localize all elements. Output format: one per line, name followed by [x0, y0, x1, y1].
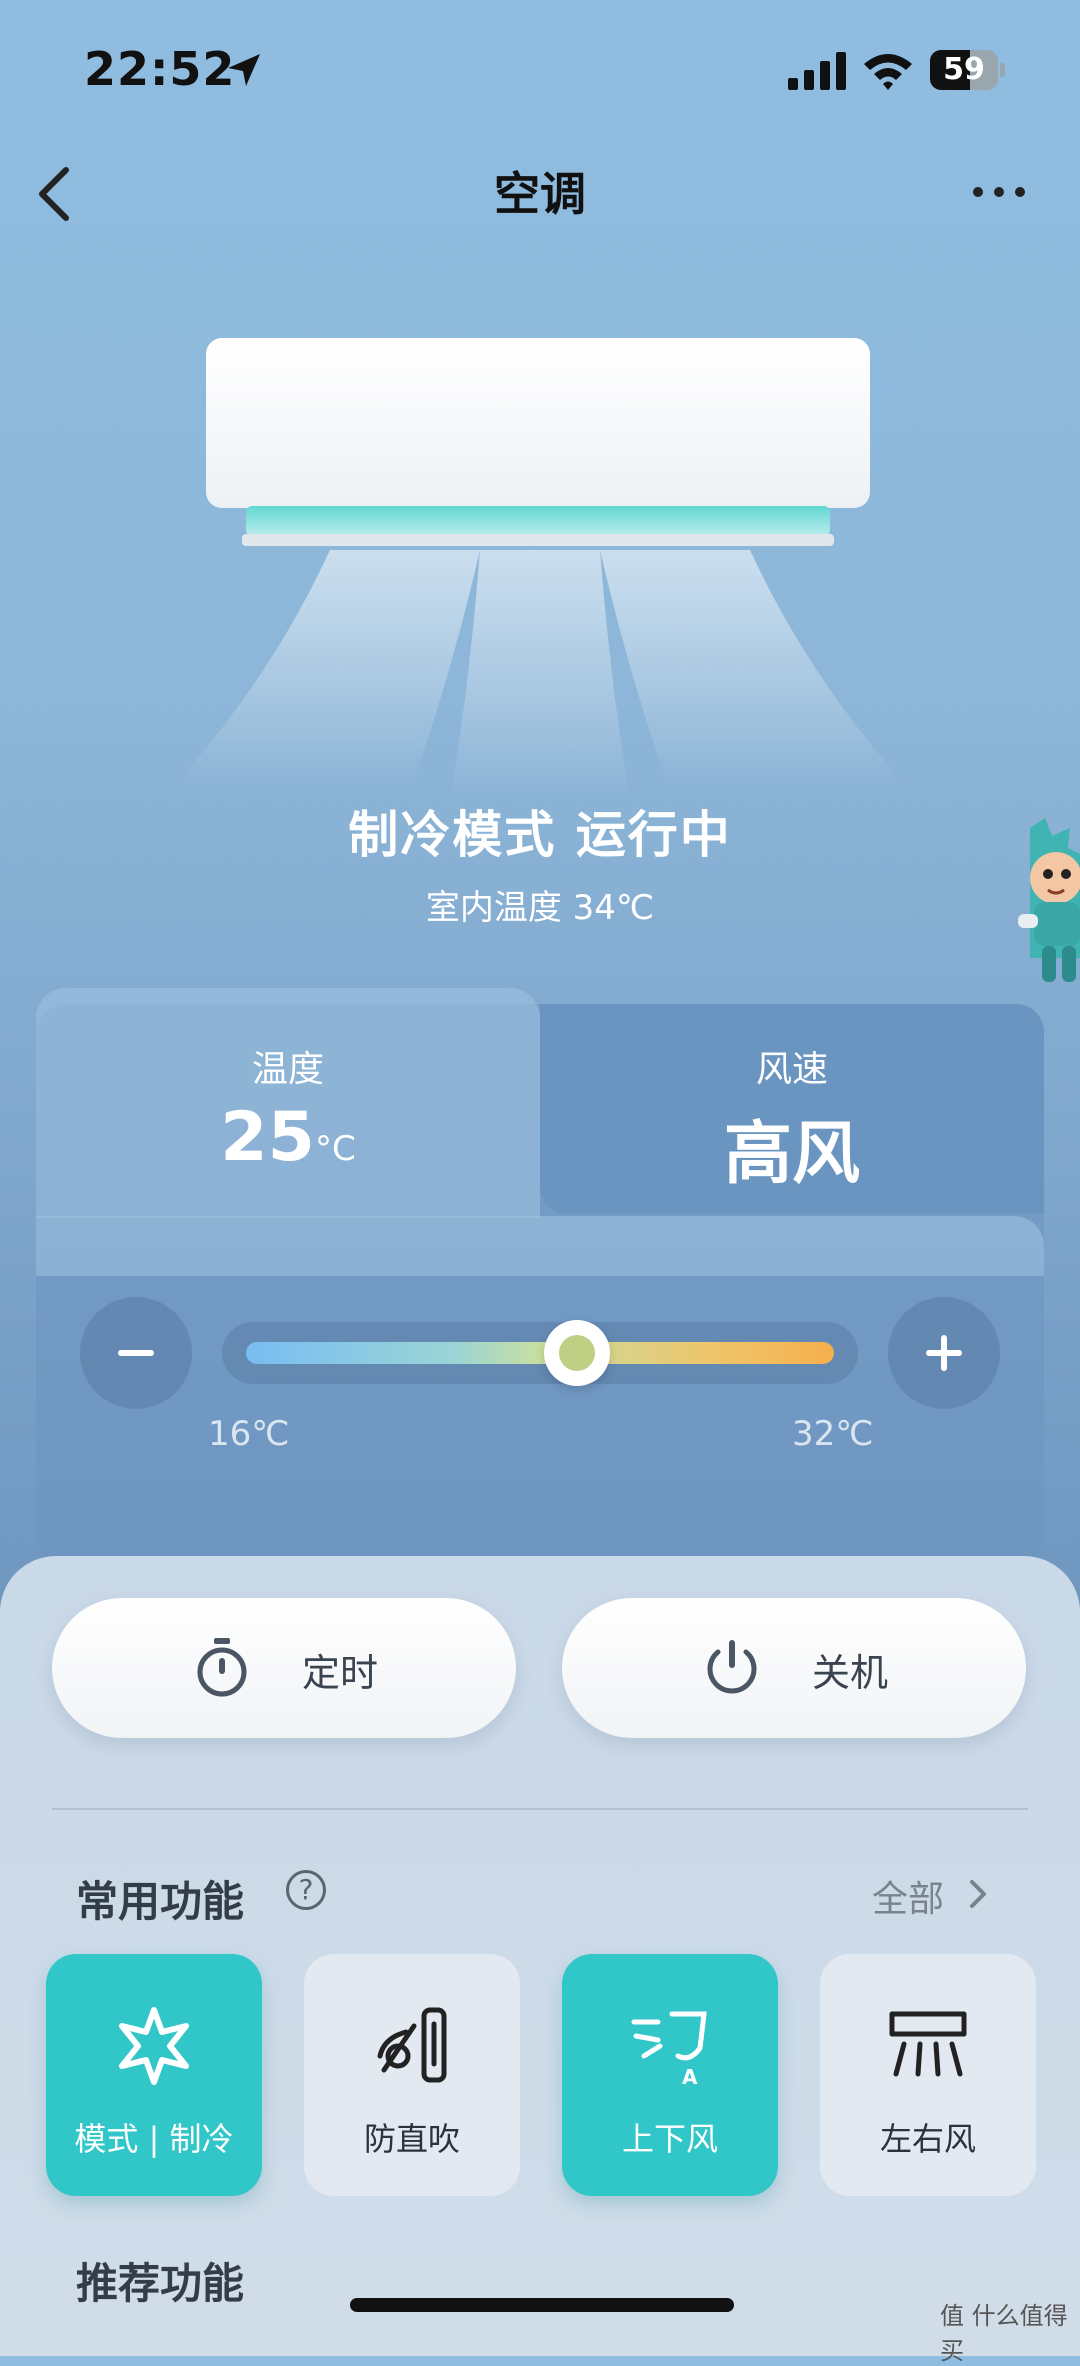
chevron-right-icon[interactable] [966, 1876, 990, 1912]
temperature-slider-handle[interactable] [543, 1320, 610, 1386]
temperature-unit: °C [314, 1129, 356, 1169]
temperature-value: 25 [220, 1098, 315, 1177]
divider [52, 1808, 1028, 1810]
indoor-temperature: 室内温度 34℃ [425, 888, 655, 928]
svg-text:A: A [682, 2065, 698, 2088]
power-off-button[interactable]: 关机 [562, 1598, 1026, 1738]
wind-speed-value: 高风 [723, 1115, 860, 1194]
location-arrow-icon [228, 54, 260, 86]
air-conditioner-image [206, 338, 870, 546]
anti-direct-blow-icon [377, 2007, 447, 2083]
help-icon[interactable]: ? [286, 1870, 326, 1910]
mascot-image[interactable] [990, 818, 1080, 988]
timer-label: 定时 [302, 1651, 379, 1695]
plus-icon [926, 1335, 962, 1371]
snowflake-icon [119, 2007, 189, 2085]
power-icon [707, 1640, 757, 1694]
timer-button[interactable]: 定时 [52, 1598, 516, 1738]
slider-max-label: 32℃ [792, 1414, 874, 1454]
signal-icon [788, 52, 846, 90]
temperature-value-group: 25°C [36, 1098, 540, 1177]
function-tile-horizontal-swing[interactable]: 左右风 [820, 1954, 1036, 2196]
wind-speed-tab-label: 风速 [755, 1049, 828, 1090]
common-functions-title: 常用功能 [76, 1877, 245, 1926]
function-tile-label: 左右风 [879, 2120, 976, 2158]
more-icon[interactable] [972, 180, 1026, 204]
recommended-functions-title: 推荐功能 [76, 2259, 245, 2308]
minus-icon [118, 1350, 154, 1356]
view-all-link[interactable]: 全部 [872, 1870, 944, 1922]
function-tile-anti-direct-blow[interactable]: 防直吹 [304, 1954, 520, 2196]
battery-indicator: 59 [930, 50, 1006, 90]
page-title: 空调 [494, 167, 586, 221]
function-tile-mode[interactable]: 模式 | 制冷 [46, 1954, 262, 2196]
airflow-illustration [170, 550, 910, 800]
horizontal-swing-icon [889, 2011, 967, 2077]
vertical-swing-icon: A [631, 2011, 707, 2088]
function-tile-label: 模式 | 制冷 [74, 2120, 234, 2158]
home-indicator[interactable] [350, 2298, 734, 2312]
tab-panel-body [36, 1216, 1044, 1276]
wifi-icon [864, 54, 912, 90]
function-tile-label: 上下风 [621, 2120, 718, 2158]
increase-temperature-button[interactable] [888, 1297, 1000, 1409]
slider-min-label: 16℃ [208, 1414, 290, 1454]
watermark: 值 什么值得买 [940, 2302, 1068, 2365]
power-off-label: 关机 [812, 1651, 889, 1695]
temperature-slider-fill [246, 1342, 834, 1364]
mode-status: 制冷模式 运行中 [348, 806, 732, 864]
status-time: 22:52 [84, 42, 236, 96]
decrease-temperature-button[interactable] [80, 1297, 192, 1409]
stopwatch-icon [197, 1638, 247, 1697]
function-tile-vertical-swing[interactable]: A 上下风 [562, 1954, 778, 2196]
function-tile-label: 防直吹 [363, 2120, 460, 2158]
battery-level: 59 [943, 52, 985, 87]
temperature-tab-label: 温度 [251, 1049, 324, 1090]
